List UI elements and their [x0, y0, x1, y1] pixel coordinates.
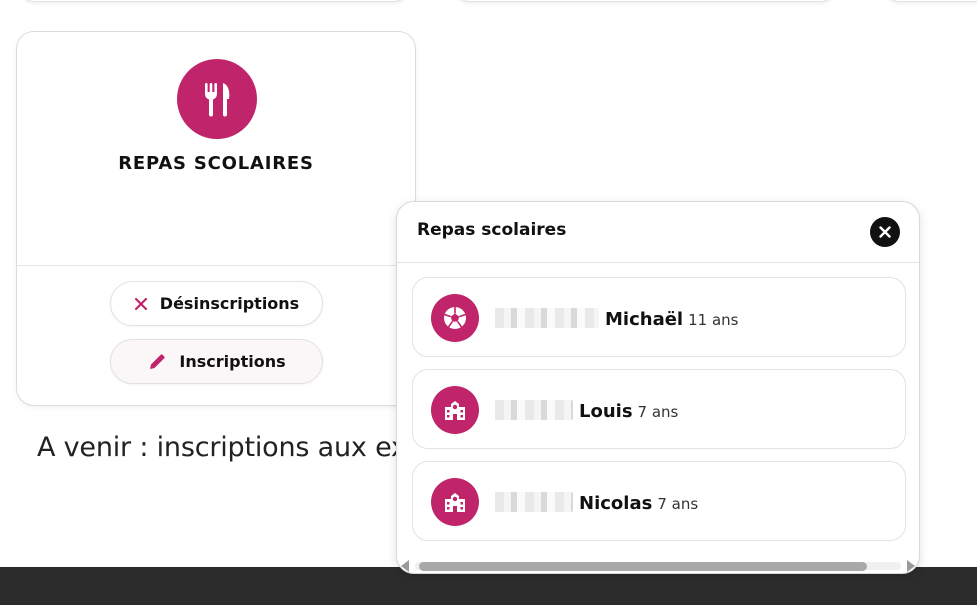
- close-icon: [879, 226, 891, 238]
- top-card-3: [885, 0, 977, 2]
- popup-header: Repas scolaires: [397, 202, 919, 263]
- child-info: Louis 7 ans: [495, 397, 678, 422]
- child-age: 7 ans: [637, 403, 679, 421]
- subscribe-button[interactable]: Inscriptions: [110, 339, 323, 384]
- unsubscribe-button[interactable]: Désinscriptions: [110, 281, 323, 326]
- horizontal-scrollbar[interactable]: [401, 559, 915, 572]
- unsubscribe-label: Désinscriptions: [159, 294, 300, 313]
- popup-title: Repas scolaires: [417, 220, 567, 240]
- school-building-icon: [431, 478, 479, 526]
- children-popup: Repas scolaires Michaël 11 ans Louis 7 a…: [396, 201, 920, 574]
- close-x-icon: [134, 297, 148, 311]
- child-row[interactable]: Louis 7 ans: [412, 369, 906, 449]
- surname-redacted: [495, 308, 599, 328]
- soccer-ball-icon: [431, 294, 479, 342]
- surname-redacted: [495, 400, 573, 420]
- top-card-1: [20, 0, 408, 2]
- service-card-repas-scolaires[interactable]: REPAS SCOLAIRES Désinscriptions Inscript…: [16, 31, 416, 406]
- scroll-left-arrow-icon[interactable]: [401, 560, 409, 572]
- child-first-name: Nicolas: [579, 493, 653, 514]
- child-age: 11 ans: [688, 311, 739, 329]
- child-row[interactable]: Nicolas 7 ans: [412, 461, 906, 541]
- scroll-right-arrow-icon[interactable]: [907, 560, 915, 572]
- school-building-icon: [431, 386, 479, 434]
- fork-knife-icon: [177, 59, 257, 139]
- child-age: 7 ans: [657, 495, 699, 513]
- subscribe-label: Inscriptions: [179, 352, 286, 371]
- child-first-name: Michaël: [605, 309, 684, 330]
- surname-redacted: [495, 492, 573, 512]
- top-card-2: [455, 0, 835, 2]
- child-info: Michaël 11 ans: [495, 305, 738, 330]
- child-first-name: Louis: [579, 401, 633, 422]
- close-button[interactable]: [870, 217, 900, 247]
- service-title: REPAS SCOLAIRES: [118, 153, 314, 174]
- scrollbar-thumb[interactable]: [419, 562, 867, 571]
- card-divider: [17, 265, 415, 266]
- child-row[interactable]: Michaël 11 ans: [412, 277, 906, 357]
- child-info: Nicolas 7 ans: [495, 489, 698, 514]
- pencil-icon: [147, 352, 167, 372]
